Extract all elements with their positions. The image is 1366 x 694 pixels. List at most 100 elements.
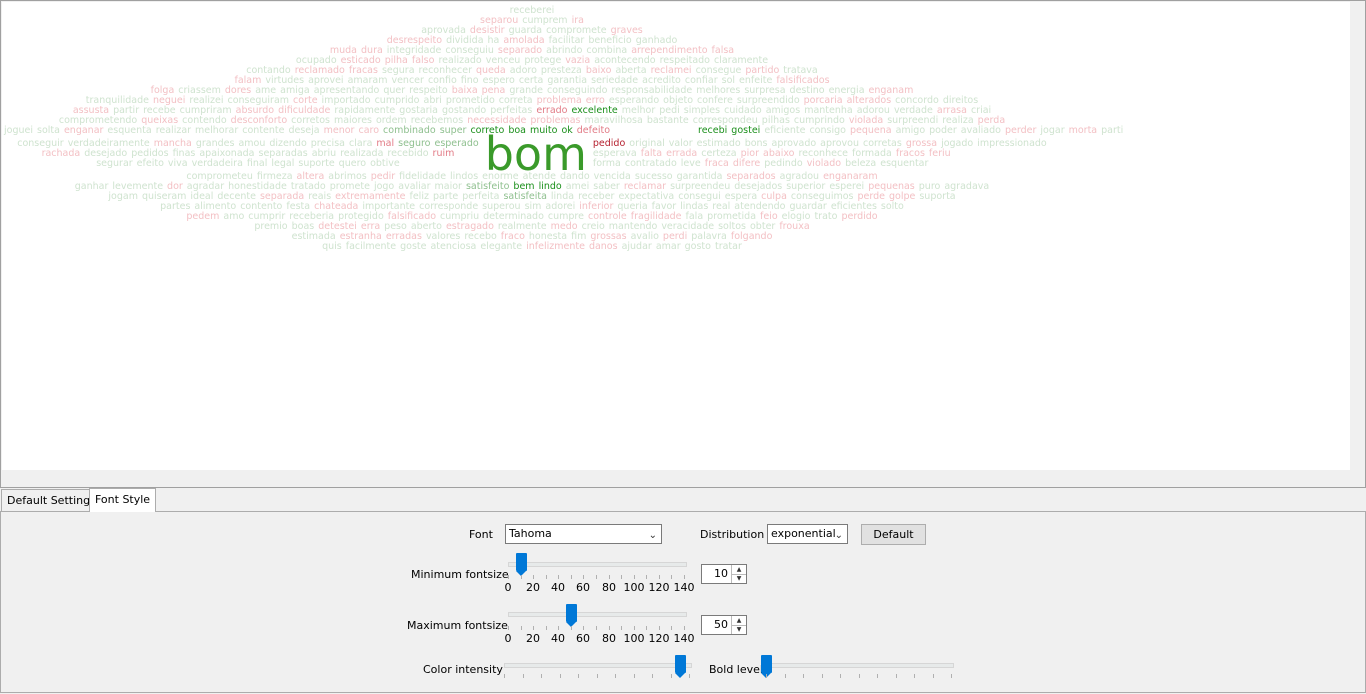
- slider-tick: [533, 626, 534, 630]
- cloud-main-left: conseguir verdadeiramente mancha grandes amo…: [15, 139, 481, 169]
- font-select[interactable]: Tahoma ⌄: [505, 524, 662, 544]
- cloud-word: feriu: [928, 148, 951, 159]
- max-fontsize-slider-thumb[interactable]: [566, 604, 577, 627]
- slider-tick: [652, 674, 653, 678]
- max-fontsize-slider-track[interactable]: [508, 612, 687, 617]
- slider-tick: [546, 626, 547, 630]
- slider-tick-label: 20: [526, 632, 540, 645]
- cloud-word: facilmente: [345, 241, 397, 252]
- slider-tick: [671, 626, 672, 630]
- min-fontsize-value[interactable]: 10: [714, 567, 728, 580]
- max-fontsize-ticks: [508, 626, 685, 631]
- chevron-down-icon: ⌄: [648, 530, 657, 541]
- slider-tick: [583, 626, 584, 630]
- spin-down-icon[interactable]: ▼: [731, 574, 746, 583]
- distribution-label: Distribution: [700, 528, 765, 541]
- cloud-word: consigo: [809, 125, 846, 136]
- bold-level-label: Bold level: [709, 663, 763, 676]
- cloud-word: esquentar: [880, 158, 929, 169]
- cloud-word: goste: [400, 241, 427, 252]
- max-fontsize-value[interactable]: 50: [714, 618, 728, 631]
- cloud-main-right: pedido original valor estimado bons aprovado a…: [591, 139, 1049, 169]
- cloud-word: melhorar: [195, 125, 239, 136]
- slider-tick: [914, 674, 915, 678]
- cloud-word: leve: [680, 158, 701, 169]
- bold-level-ticks: [766, 674, 952, 679]
- slider-tick: [533, 575, 534, 579]
- cloud-word: elegante: [480, 241, 523, 252]
- slider-tick-label: 100: [623, 581, 645, 594]
- cloud-word: suporte: [298, 158, 335, 169]
- cloud-word: amar: [655, 241, 681, 252]
- cloud-word: bastante: [646, 115, 689, 126]
- slider-tick: [558, 626, 559, 630]
- color-intensity-label: Color intensity: [423, 663, 503, 676]
- cloud-word: trato: [814, 211, 838, 222]
- cloud-word: super: [439, 125, 467, 136]
- cloud-word: contratado: [624, 158, 677, 169]
- distribution-select-value: exponential: [771, 527, 836, 540]
- slider-tick: [840, 674, 841, 678]
- min-fontsize-slider-thumb[interactable]: [516, 553, 527, 576]
- distribution-select[interactable]: exponential ⌄: [767, 524, 848, 544]
- max-fontsize-label: Maximum fontsize: [407, 619, 508, 632]
- slider-tick-label: 120: [648, 632, 670, 645]
- color-intensity-slider-thumb[interactable]: [675, 655, 686, 678]
- min-fontsize-spinner[interactable]: 10 ▲ ▼: [701, 564, 747, 584]
- slider-tick: [521, 575, 522, 579]
- word-cloud-frame: receberei separou cumprem ira aprovada desist…: [0, 0, 1366, 488]
- default-button[interactable]: Default: [861, 524, 926, 545]
- tab-font-style[interactable]: Font Style: [89, 488, 157, 512]
- color-intensity-slider-track[interactable]: [504, 663, 692, 668]
- slider-tick: [933, 674, 934, 678]
- slider-tick-label: 40: [551, 632, 565, 645]
- cloud-word: final: [246, 158, 268, 169]
- slider-tick: [671, 674, 672, 678]
- cloud-word: beleza: [845, 158, 877, 169]
- bold-level-slider-track[interactable]: [766, 663, 954, 668]
- cloud-word: suporta: [919, 191, 956, 202]
- slider-tick-label: 80: [602, 632, 616, 645]
- slider-tick: [504, 674, 505, 678]
- slider-tick: [684, 575, 685, 579]
- cloud-word: danos: [588, 241, 618, 252]
- tab-default-settings[interactable]: Default Settings: [1, 489, 102, 511]
- cloud-word: morta: [1068, 125, 1098, 136]
- spin-down-icon[interactable]: ▼: [731, 625, 746, 634]
- slider-tick: [596, 626, 597, 630]
- chevron-down-icon: ⌄: [834, 530, 843, 541]
- cloud-word: verdadeira: [191, 158, 243, 169]
- word-cloud: receberei separou cumprem ira aprovada desist…: [2, 6, 1123, 252]
- bold-level-slider-thumb[interactable]: [761, 655, 772, 678]
- slider-tick: [951, 674, 952, 678]
- cloud-word: pedindo: [764, 158, 803, 169]
- slider-tick: [785, 674, 786, 678]
- cloud-word: atenciosa: [430, 241, 477, 252]
- cloud-word: difere: [732, 158, 761, 169]
- cloud-word: menor: [323, 125, 355, 136]
- cloud-word: gosto: [684, 241, 711, 252]
- cloud-word: deseja: [288, 125, 320, 136]
- cloud-word: perder: [1004, 125, 1037, 136]
- cloud-word: realizar: [155, 125, 192, 136]
- slider-tick: [634, 674, 635, 678]
- cloud-word: jogam: [108, 191, 138, 202]
- slider-tick: [583, 575, 584, 579]
- cloud-word: violado: [806, 158, 842, 169]
- max-fontsize-spinner[interactable]: 50 ▲ ▼: [701, 615, 747, 635]
- cloud-word: ruim: [432, 148, 455, 159]
- slider-tick-label: 140: [673, 581, 695, 594]
- cloud-word: legal: [271, 158, 295, 169]
- slider-tick: [571, 575, 572, 579]
- slider-tick: [766, 674, 767, 678]
- min-fontsize-slider-track[interactable]: [508, 562, 687, 567]
- slider-tick: [521, 626, 522, 630]
- cloud-word: ajudar: [621, 241, 652, 252]
- slider-tick: [558, 575, 559, 579]
- slider-tick: [689, 674, 690, 678]
- slider-tick: [621, 626, 622, 630]
- cloud-word: solta: [37, 125, 60, 136]
- cloud-subline: segurar efeito viva verdadeira final legal sup…: [15, 159, 481, 169]
- slider-tick: [671, 575, 672, 579]
- slider-tick: [621, 575, 622, 579]
